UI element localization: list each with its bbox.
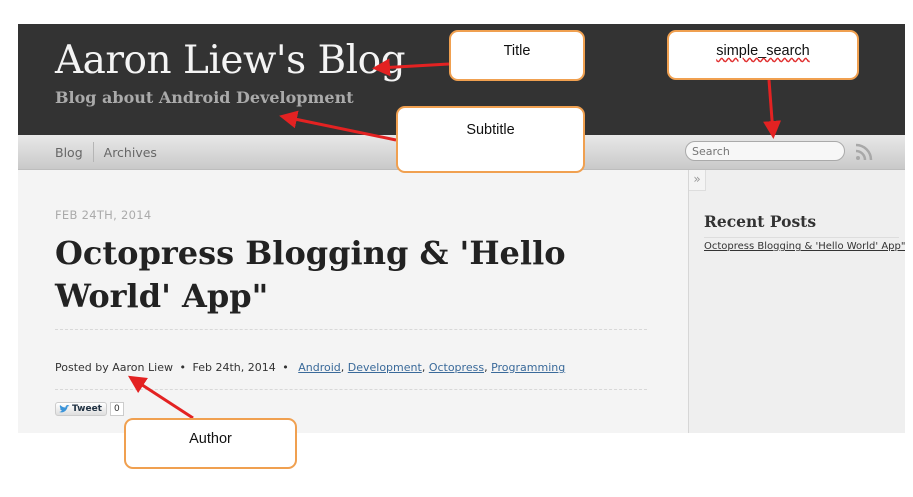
title-arrow [372,58,450,77]
subtitle-arrow [279,110,397,142]
subtitle-callout: Subtitle [396,106,585,173]
author-callout: Author [124,418,297,469]
search-callout: simple_search [667,30,859,80]
title-callout: Title [449,30,585,81]
search-callout-label: simple_search [716,43,810,59]
author-arrow [127,375,194,420]
search-arrow [763,79,782,139]
